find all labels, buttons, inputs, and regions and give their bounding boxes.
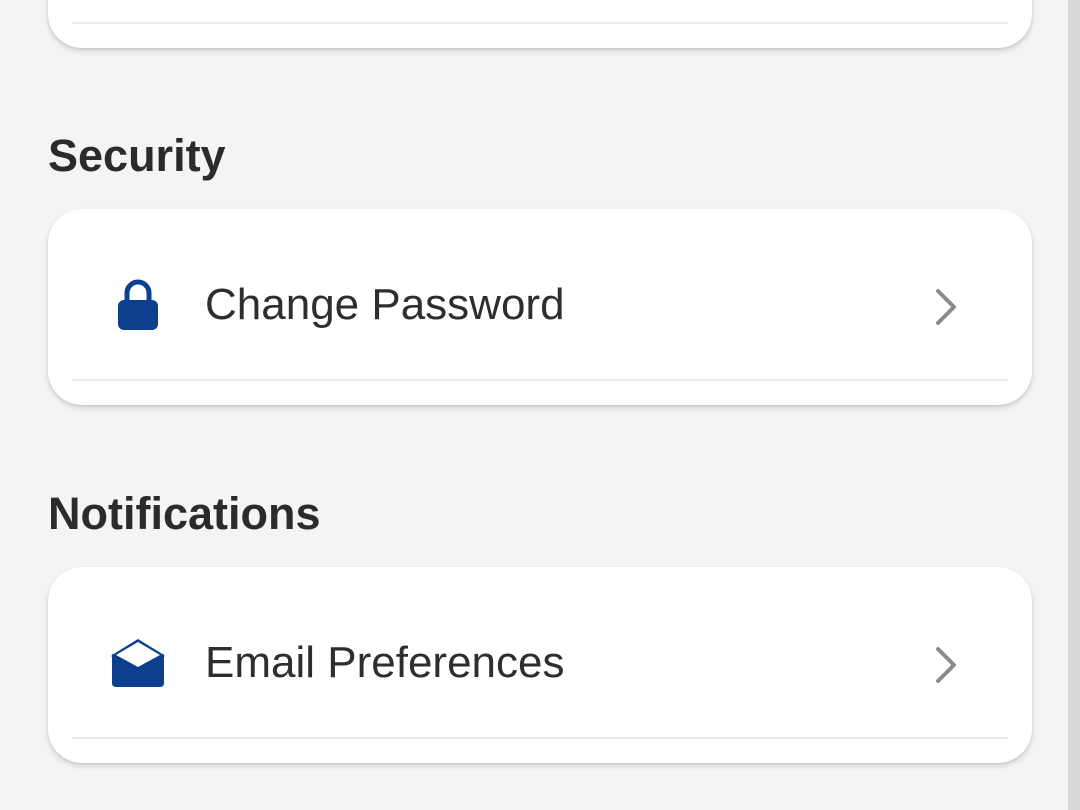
security-card: Change Password [48, 209, 1032, 405]
change-password-label: Change Password [205, 280, 565, 329]
settings-screen: Security Change Password Notifications E… [0, 0, 1080, 810]
lock-icon [118, 279, 158, 330]
envelope-open-icon [111, 639, 165, 687]
email-preferences-label: Email Preferences [205, 638, 565, 687]
chevron-right-icon [936, 647, 956, 683]
section-title-notifications: Notifications [48, 488, 321, 539]
divider [72, 379, 1008, 381]
scrollbar[interactable] [1068, 0, 1080, 810]
section-title-security: Security [48, 130, 226, 181]
chevron-right-icon [936, 289, 956, 325]
change-password-row[interactable]: Change Password [48, 209, 1032, 405]
notifications-card: Email Preferences [48, 567, 1032, 763]
previous-section-card [48, 0, 1032, 48]
divider [72, 22, 1008, 24]
email-preferences-row[interactable]: Email Preferences [48, 567, 1032, 763]
divider [72, 737, 1008, 739]
